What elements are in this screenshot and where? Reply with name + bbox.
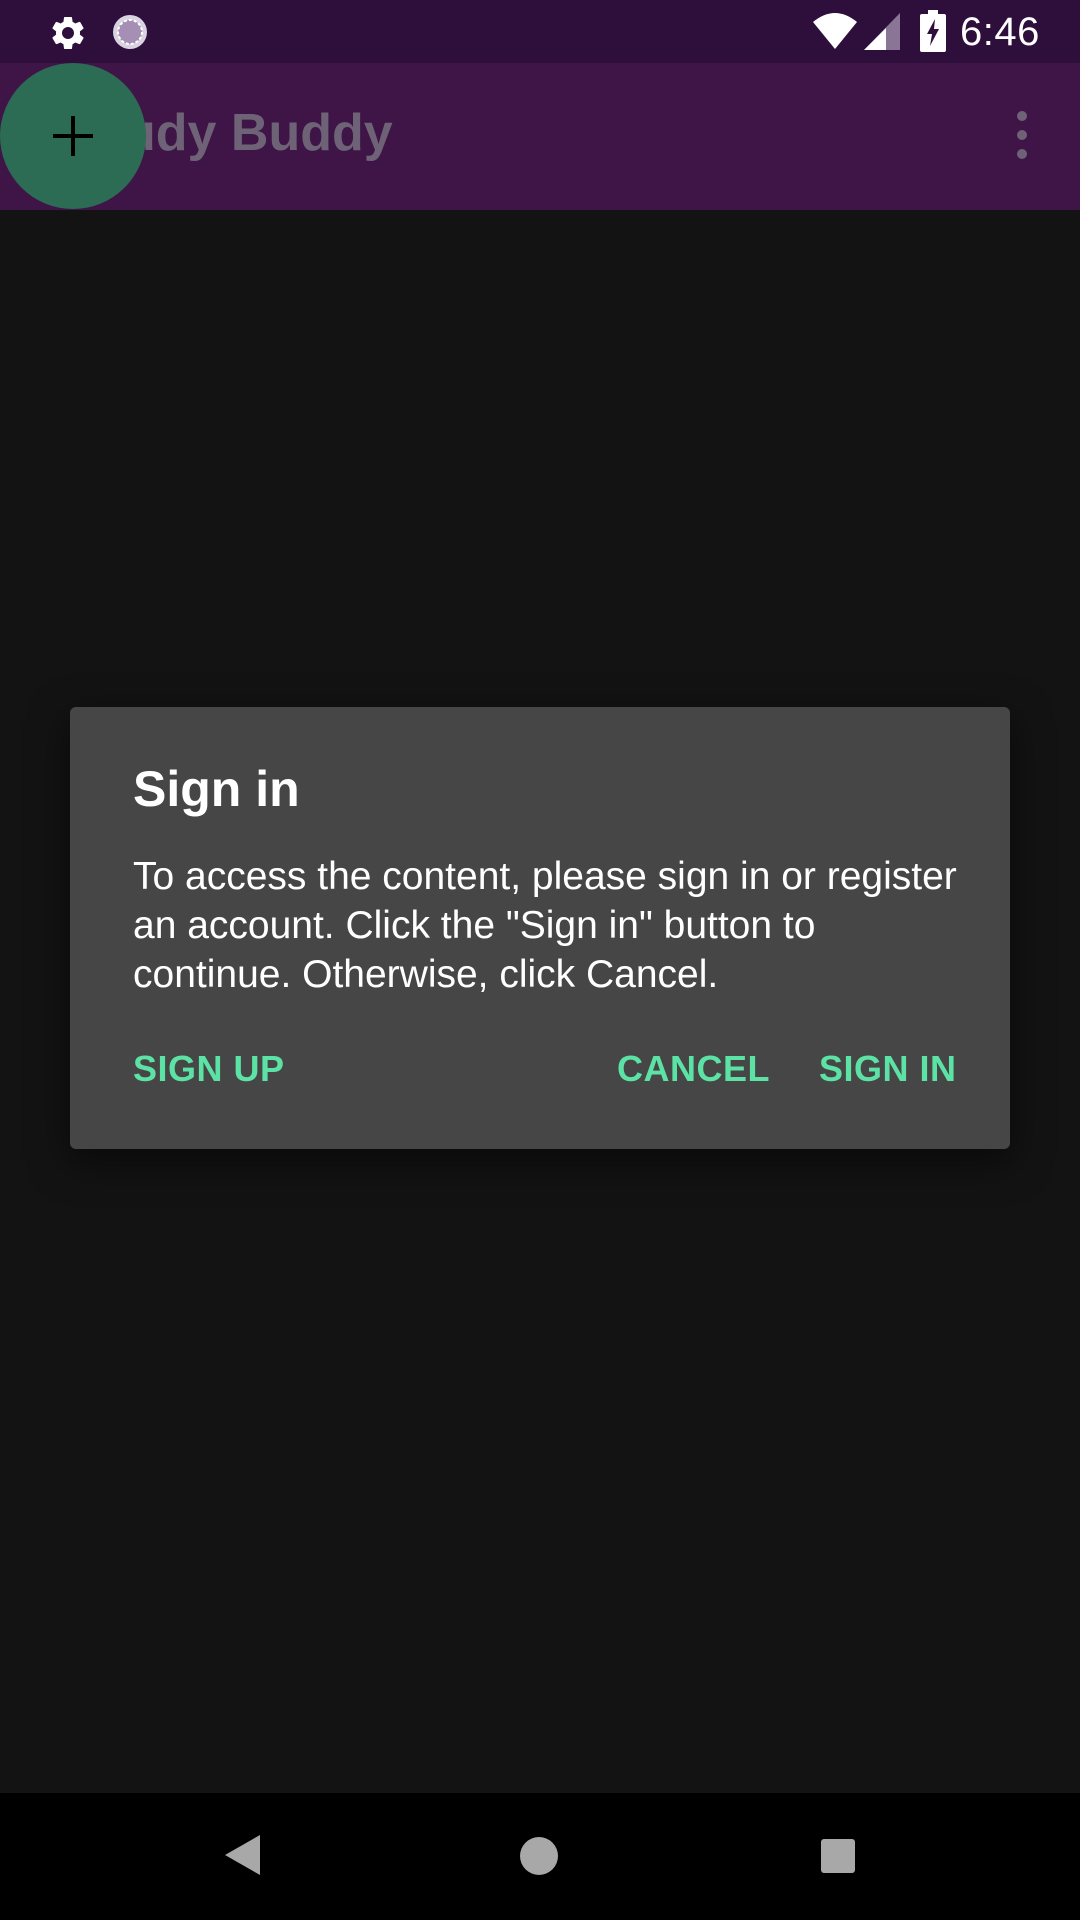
status-bar: 6:46	[0, 0, 1080, 63]
more-vert-icon[interactable]	[1000, 103, 1044, 167]
gear-icon	[48, 13, 88, 53]
sync-icon	[110, 12, 150, 52]
navigation-bar	[0, 1793, 1080, 1920]
sign-in-dialog: Sign in To access the content, please si…	[70, 707, 1010, 1149]
sign-in-button[interactable]: SIGN IN	[819, 1039, 957, 1099]
plus-icon	[53, 116, 93, 156]
sign-up-button[interactable]: SIGN UP	[133, 1039, 285, 1099]
back-icon[interactable]	[222, 1833, 262, 1877]
home-icon[interactable]	[518, 1835, 560, 1877]
dialog-title: Sign in	[133, 761, 300, 817]
cancel-button[interactable]: CANCEL	[617, 1039, 770, 1099]
cell-signal-icon	[864, 13, 900, 50]
wifi-icon	[812, 12, 858, 50]
add-fab-button[interactable]	[0, 63, 146, 209]
app-bar: Study Buddy	[0, 63, 1080, 210]
dialog-message: To access the content, please sign in or…	[133, 855, 957, 996]
battery-charging-icon	[920, 10, 946, 52]
status-time: 6:46	[960, 10, 1040, 54]
recents-icon[interactable]	[820, 1838, 856, 1874]
